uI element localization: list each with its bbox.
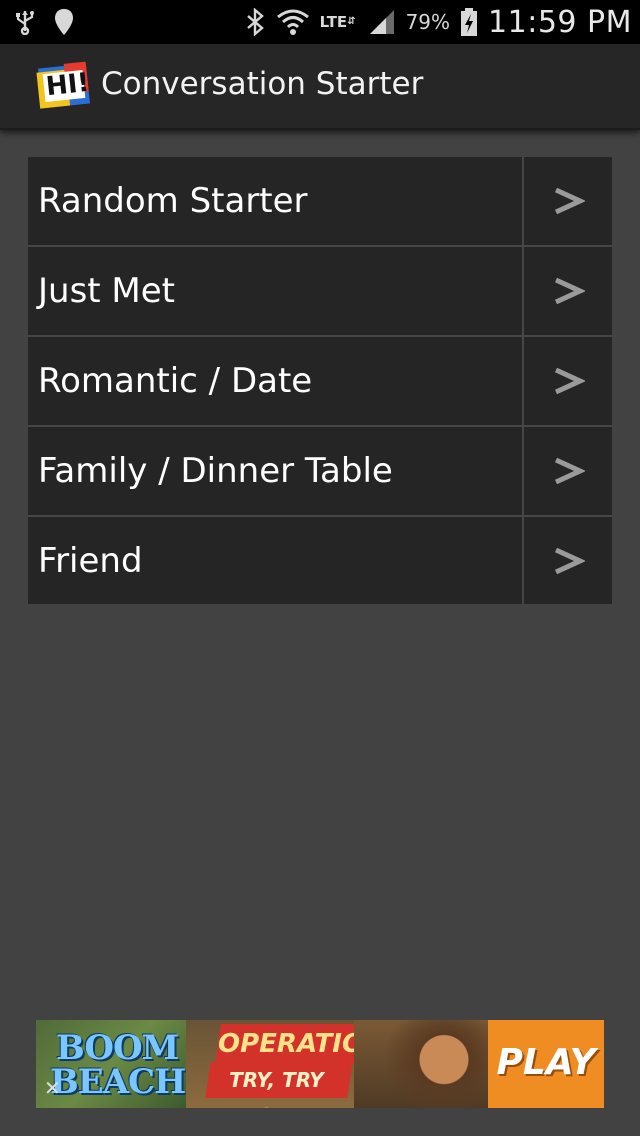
clock: 11:59 PM xyxy=(488,4,632,40)
battery-charging-icon xyxy=(460,7,478,37)
menu-item-label: Random Starter xyxy=(38,181,308,221)
wifi-icon xyxy=(276,8,310,36)
action-bar: HI! Conversation Starter xyxy=(0,44,640,130)
ad-character-image xyxy=(354,1020,504,1108)
app-title: Conversation Starter xyxy=(101,66,424,102)
chevron-right-icon[interactable] xyxy=(522,247,612,335)
ad-headline-box: OPERATION: xyxy=(215,1024,397,1064)
bluetooth-icon xyxy=(244,8,266,36)
status-bar: LTE ⇵ 79% 11:59 PM xyxy=(0,0,640,44)
close-icon[interactable]: ✕ xyxy=(44,1078,61,1098)
ad-play-label: PLAY xyxy=(496,1042,596,1083)
ad-subline: TRY, TRY AGAIN xyxy=(229,1068,324,1108)
chevron-right-icon[interactable] xyxy=(522,157,612,245)
menu-item-label: Romantic / Date xyxy=(38,361,313,401)
ad-banner[interactable]: BOOM BEACH OPERATION: TRY, TRY AGAIN PLA… xyxy=(36,1020,604,1108)
category-menu: Random Starter Just Met Romantic / Date … xyxy=(28,157,612,604)
ad-play-button[interactable]: PLAY xyxy=(488,1020,604,1108)
menu-item-label: Family / Dinner Table xyxy=(38,451,393,491)
menu-item-friend[interactable]: Friend xyxy=(28,517,612,604)
menu-item-family-dinner-table[interactable]: Family / Dinner Table xyxy=(28,427,612,517)
menu-item-romantic-date[interactable]: Romantic / Date xyxy=(28,337,612,427)
ad-subline-box: TRY, TRY AGAIN xyxy=(205,1062,353,1108)
signal-icon xyxy=(368,8,396,36)
usb-icon xyxy=(14,9,36,35)
app-logo[interactable]: HI! xyxy=(36,60,92,112)
ad-headline: OPERATION: xyxy=(218,1029,397,1059)
ad-brand-line2: BEACH xyxy=(50,1062,186,1102)
menu-item-label: Friend xyxy=(38,541,143,581)
menu-item-just-met[interactable]: Just Met xyxy=(28,247,612,337)
menu-item-label: Just Met xyxy=(38,271,176,311)
chevron-right-icon[interactable] xyxy=(522,517,612,604)
battery-percent: 79% xyxy=(405,10,451,34)
logo-text: HI! xyxy=(44,67,91,103)
chevron-right-icon[interactable] xyxy=(522,427,612,515)
network-type: LTE ⇵ xyxy=(319,13,358,31)
menu-item-random-starter[interactable]: Random Starter xyxy=(28,157,612,247)
chevron-right-icon[interactable] xyxy=(522,337,612,425)
location-icon xyxy=(54,8,74,36)
